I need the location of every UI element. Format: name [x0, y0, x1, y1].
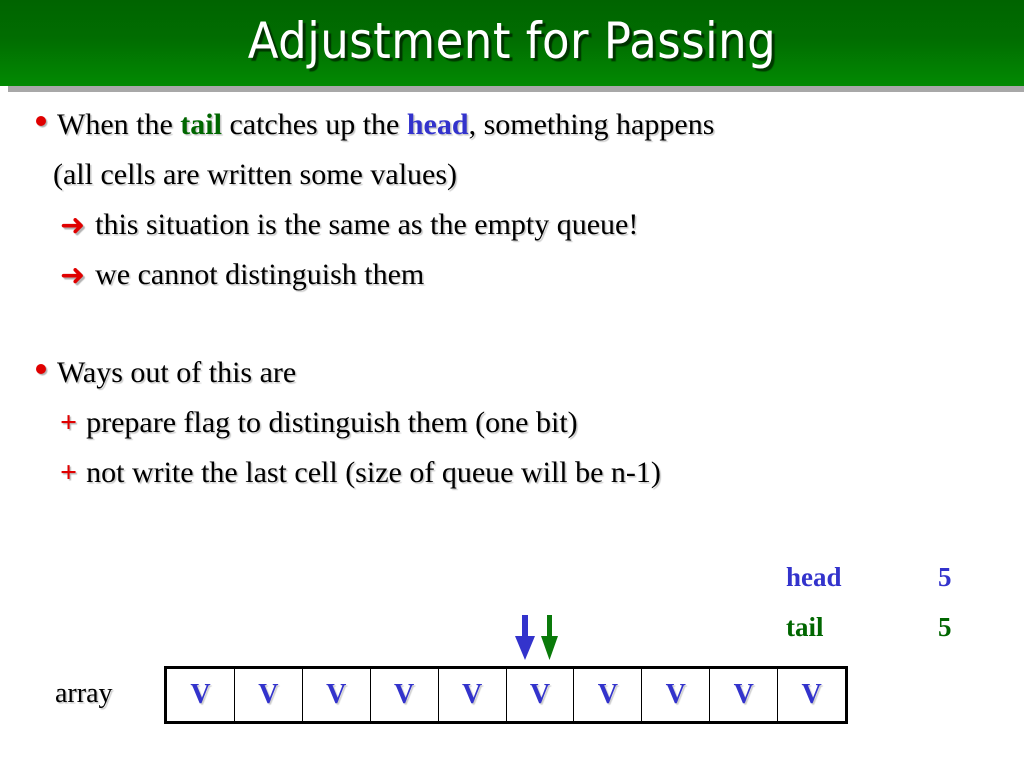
- body-text-segment: (all cells are written some values): [53, 158, 458, 191]
- body-text-segment: , something happens: [468, 108, 715, 141]
- body-text-segment: When the: [57, 108, 181, 141]
- array-diagram: VVVVVVVVVV: [164, 666, 848, 724]
- array-cell: V: [235, 669, 303, 721]
- body-text-segment: catches up the: [221, 108, 407, 141]
- plus-bullet-icon: +: [60, 456, 78, 489]
- array-cell: V: [303, 669, 371, 721]
- array-cell: V: [371, 669, 439, 721]
- array-cell: V: [439, 669, 507, 721]
- array-label: array: [55, 678, 113, 709]
- page-title: Adjustment for Passing: [247, 12, 777, 70]
- tail-pointer-value: 5: [938, 612, 952, 642]
- head-pointer-arrow-icon: [515, 615, 535, 660]
- plus-bullet-icon: +: [60, 406, 78, 439]
- head-pointer-value: 5: [938, 562, 952, 592]
- body-line: + prepare flag to distinguish them (one b…: [0, 398, 1024, 448]
- array-cell: V: [167, 669, 235, 721]
- title-bar-shadow: [8, 86, 1024, 92]
- body-line: + not write the last cell (size of queue …: [0, 448, 1024, 498]
- body-line: ➜ this situation is the same as the empty…: [0, 200, 1024, 250]
- body-line: ➜ we cannot distinguish them: [0, 250, 1024, 300]
- array-cell: V: [801, 679, 822, 710]
- tail-pointer-label: tail: [786, 612, 824, 642]
- slide-title-bar: Adjustment for Passing: [0, 0, 1024, 86]
- head-pointer-label: head: [786, 562, 842, 592]
- body-text-segment: we cannot distinguish them: [95, 258, 425, 291]
- keyword-tail: tail: [180, 108, 222, 141]
- array-cell: V: [507, 669, 575, 721]
- body-line: Ways out of this are: [0, 348, 1024, 398]
- arrow-bullet-icon: ➜: [60, 208, 86, 243]
- arrow-bullet-icon: ➜: [60, 258, 86, 293]
- body-text-segment: not write the last cell (size of queue w…: [86, 456, 661, 489]
- body-text-segment: prepare flag to distinguish them (one bi…: [86, 406, 578, 439]
- pointer-legend: head 5 tail 5: [786, 552, 996, 652]
- body-line: (all cells are written some values): [0, 150, 1024, 200]
- body-text-segment: this situation is the same as the empty …: [95, 208, 639, 241]
- dot-bullet-icon: [36, 363, 46, 374]
- body-text-segment: Ways out of this are: [57, 356, 297, 389]
- keyword-head: head: [406, 108, 469, 141]
- tail-pointer-arrow-icon: [541, 615, 558, 660]
- array-cell: V: [574, 669, 643, 721]
- array-cell: V: [642, 669, 711, 721]
- dot-bullet-icon: [36, 115, 46, 126]
- legend-row-tail: tail 5: [786, 602, 996, 652]
- slide-body: When the tail catches up the head, somet…: [0, 100, 1024, 498]
- legend-row-head: head 5: [786, 552, 996, 602]
- array-cell: V: [710, 669, 779, 721]
- body-line: When the tail catches up the head, somet…: [0, 100, 1024, 150]
